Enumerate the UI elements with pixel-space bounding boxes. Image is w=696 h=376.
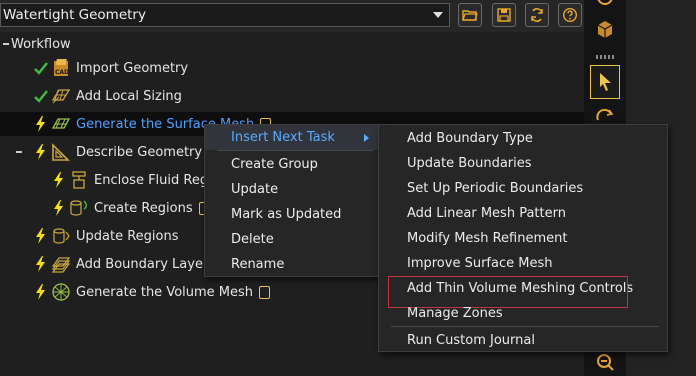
menu-item-label: Add Boundary Type — [407, 131, 533, 146]
save-icon — [497, 8, 511, 22]
box-view-icon[interactable] — [594, 18, 616, 40]
lightning-icon — [32, 142, 50, 162]
submenu-item-add-boundary-type[interactable]: Add Boundary Type — [379, 126, 667, 151]
volume-mesh-icon — [50, 281, 72, 303]
help-button[interactable] — [558, 3, 582, 27]
check-icon — [32, 58, 50, 78]
menu-item-label: Add Linear Mesh Pattern — [407, 206, 566, 221]
task-import-geometry[interactable]: CAD Import Geometry — [0, 56, 584, 80]
rotate-icon[interactable] — [595, 108, 615, 124]
check-icon — [32, 86, 50, 106]
refresh-button[interactable] — [525, 3, 549, 27]
task-label: Generate the Volume Mesh — [76, 284, 254, 300]
menu-item-rename[interactable]: Rename — [205, 252, 381, 277]
menu-item-delete[interactable]: Delete — [205, 227, 381, 252]
orbit-icon[interactable] — [596, 0, 614, 6]
task-label: Add Local Sizing — [76, 88, 182, 104]
lightning-icon — [50, 198, 68, 218]
zoom-out-icon[interactable] — [595, 352, 615, 372]
menu-item-insert-next-task[interactable]: Insert Next Task — [205, 125, 381, 150]
lightning-icon — [50, 170, 68, 190]
boundary-layers-icon — [50, 253, 72, 275]
regions-icon — [68, 197, 90, 219]
menu-item-label: Update — [231, 182, 279, 197]
task-label: Describe Geometry — [76, 144, 203, 160]
menu-separator — [217, 150, 373, 151]
svg-text:CAD: CAD — [55, 69, 69, 76]
cursor-icon — [600, 73, 611, 91]
task-add-local-sizing[interactable]: Add Local Sizing — [0, 84, 584, 108]
menu-item-label: Mark as Updated — [231, 207, 342, 222]
submenu-item-periodic-boundaries[interactable]: Set Up Periodic Boundaries — [379, 176, 667, 201]
context-menu: Insert Next Task Create Group Update Mar… — [204, 124, 382, 277]
menu-item-label: Delete — [231, 232, 274, 247]
menu-item-label: Update Boundaries — [407, 156, 532, 171]
top-toolbar: Watertight Geometry — [0, 0, 584, 32]
submenu-item-manage-zones[interactable]: Manage Zones — [379, 301, 667, 326]
workflow-select[interactable]: Watertight Geometry — [0, 3, 450, 27]
menu-item-label: Run Custom Journal — [407, 333, 535, 348]
tree-root-label: Workflow — [11, 36, 71, 52]
task-label: Update Regions — [76, 228, 179, 244]
lightning-icon — [32, 114, 50, 134]
menu-item-label: Set Up Periodic Boundaries — [407, 181, 584, 196]
submenu-item-run-custom-journal[interactable]: Run Custom Journal — [379, 328, 667, 353]
menu-item-label: Create Group — [231, 157, 318, 172]
chevron-down-icon[interactable] — [433, 12, 443, 18]
task-label: Create Regions — [94, 200, 193, 216]
lightning-icon — [32, 282, 50, 302]
submenu-item-modify-mesh-refinement[interactable]: Modify Mesh Refinement — [379, 226, 667, 251]
open-folder-icon — [462, 10, 478, 21]
tree-root[interactable]: Workflow — [0, 32, 584, 56]
task-label: Import Geometry — [76, 60, 189, 76]
submenu-item-linear-mesh-pattern[interactable]: Add Linear Mesh Pattern — [379, 201, 667, 226]
task-label: Add Boundary Layers — [76, 256, 216, 272]
update-regions-icon — [50, 225, 72, 247]
refresh-icon — [531, 8, 543, 22]
menu-separator — [391, 326, 659, 327]
save-button[interactable] — [492, 3, 516, 27]
submenu-item-improve-surface-mesh[interactable]: Improve Surface Mesh — [379, 251, 667, 276]
menu-item-label: Improve Surface Mesh — [407, 256, 553, 271]
cad-icon: CAD — [50, 57, 72, 79]
valve-icon — [68, 169, 90, 191]
submenu-arrow-icon — [364, 134, 369, 142]
toolbar-grip — [596, 55, 614, 59]
lightning-icon — [32, 254, 50, 274]
submenu-item-update-boundaries[interactable]: Update Boundaries — [379, 151, 667, 176]
workflow-select-value: Watertight Geometry — [3, 7, 146, 23]
menu-item-mark-as-updated[interactable]: Mark as Updated — [205, 202, 381, 227]
select-tool-button[interactable] — [590, 65, 620, 99]
menu-item-update[interactable]: Update — [205, 177, 381, 202]
lightning-icon — [32, 226, 50, 246]
collapse-icon[interactable] — [3, 43, 9, 45]
insert-task-submenu: Add Boundary Type Update Boundaries Set … — [378, 124, 668, 352]
menu-item-label: Manage Zones — [407, 306, 503, 321]
surface-mesh-icon — [50, 113, 72, 135]
collapse-icon[interactable] — [16, 151, 22, 153]
geometry-triangle-icon — [50, 141, 72, 163]
task-label: Enclose Fluid Regio — [94, 172, 220, 188]
mesh-sizing-icon — [50, 85, 72, 107]
menu-item-label: Insert Next Task — [231, 130, 335, 145]
document-icon — [259, 285, 271, 299]
help-icon — [562, 7, 578, 23]
open-folder-button[interactable] — [458, 3, 482, 27]
menu-item-create-group[interactable]: Create Group — [205, 152, 381, 177]
submenu-item-thin-volume-meshing-controls[interactable]: Add Thin Volume Meshing Controls — [379, 276, 667, 308]
menu-item-label: Rename — [231, 257, 285, 272]
menu-item-label: Add Thin Volume Meshing Controls — [407, 281, 634, 296]
menu-item-label: Modify Mesh Refinement — [407, 231, 568, 246]
